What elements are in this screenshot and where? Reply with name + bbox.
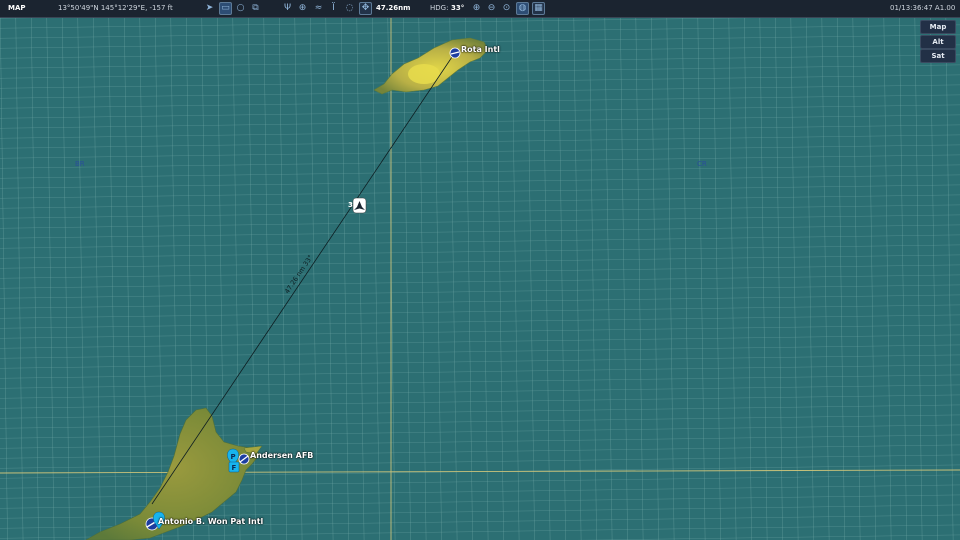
cursor-coordinates: 13°50'49"N 145°12'29"E, -157 ft <box>58 4 173 12</box>
map-grid <box>0 18 960 540</box>
alt-mode-button[interactable]: Alt <box>920 35 956 49</box>
tower-icon[interactable]: Ї <box>328 3 339 14</box>
antenna-icon[interactable]: Ψ <box>282 3 293 14</box>
airport-label-wonpat[interactable]: Antonio B. Won Pat Intl <box>158 517 263 526</box>
fuel-marker[interactable]: F <box>228 461 240 473</box>
rota-airport-icon[interactable] <box>449 47 461 59</box>
aircraft-marker[interactable] <box>352 197 367 214</box>
circle-icon[interactable]: ○ <box>235 3 246 14</box>
map-mode-button[interactable]: Map <box>920 20 956 34</box>
zoom-in-icon[interactable]: ⊕ <box>471 3 482 14</box>
parking-letter: P <box>231 453 236 461</box>
layers-icon[interactable]: ⧉ <box>250 3 261 14</box>
rota-plateau <box>408 64 440 84</box>
map-canvas[interactable]: 47.26 nm 33° P F 3 BR CR Rota Intl Ander… <box>0 18 960 540</box>
sector-label-br: BR <box>75 160 85 168</box>
grid-icon[interactable]: ▦ <box>532 2 545 15</box>
sim-clock: 01/13:36:47 A1.00 <box>890 4 956 12</box>
crosshair-icon[interactable]: ⊕ <box>297 3 308 14</box>
move-icon[interactable]: ✥ <box>359 2 372 15</box>
fuel-letter: F <box>232 464 237 472</box>
sector-label-cr: CR <box>697 160 707 168</box>
sat-mode-button[interactable]: Sat <box>920 49 956 63</box>
route-distance: 47.26nm <box>376 4 411 12</box>
globe-icon[interactable]: ◍ <box>516 2 529 15</box>
ruler-icon[interactable]: ▭ <box>219 2 232 15</box>
wifi-icon[interactable]: ≈ <box>313 3 324 14</box>
airport-label-andersen[interactable]: Andersen AFB <box>250 451 313 460</box>
zoom-reset-icon[interactable]: ⊙ <box>501 3 512 14</box>
top-toolbar: MAP 13°50'49"N 145°12'29"E, -157 ft ➤ ▭ … <box>0 0 960 18</box>
mode-label: MAP <box>8 4 26 12</box>
map-graphics: 47.26 nm 33° P F 3 <box>0 18 960 540</box>
andersen-airport-icon[interactable] <box>238 453 250 465</box>
airport-label-rota[interactable]: Rota Intl <box>461 45 500 54</box>
zoom-out-icon[interactable]: ⊖ <box>486 3 497 14</box>
navigate-icon[interactable]: ➤ <box>204 3 215 14</box>
heading-label: HDG: <box>430 4 449 12</box>
chat-icon[interactable]: ◌ <box>344 3 355 14</box>
heading-value: 33° <box>451 4 465 12</box>
aircraft-label: 3 <box>348 201 353 209</box>
